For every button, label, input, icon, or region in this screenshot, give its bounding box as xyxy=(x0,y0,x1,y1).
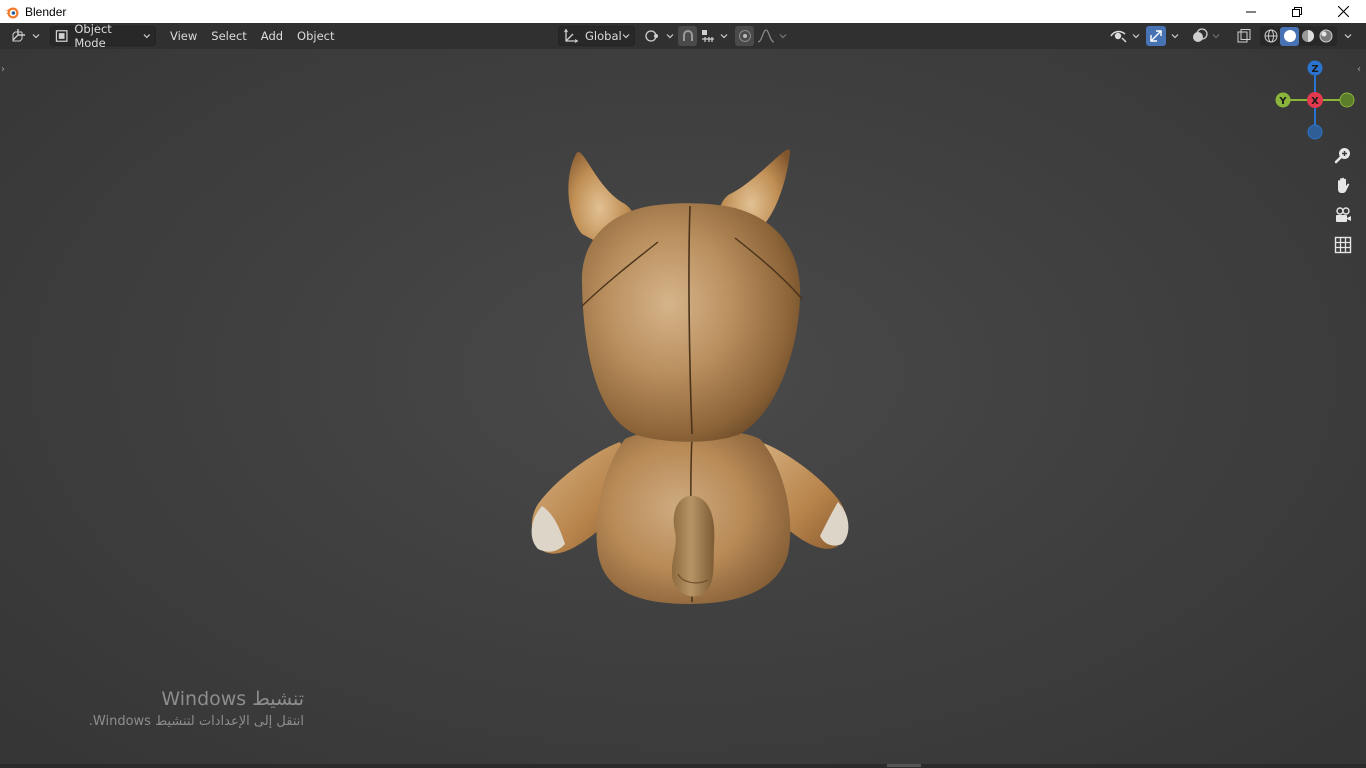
mode-dropdown[interactable]: Object Mode xyxy=(50,22,156,50)
area-resize-handle[interactable] xyxy=(887,764,921,767)
falloff-curve-icon xyxy=(757,29,775,43)
activation-watermark-title: تنشيط Windows xyxy=(161,688,304,710)
minimize-button[interactable] xyxy=(1228,0,1274,23)
editor-type-button[interactable] xyxy=(10,26,40,46)
proportional-falloff-dropdown[interactable] xyxy=(757,26,787,46)
snap-increment-icon xyxy=(702,30,714,42)
chevron-down-icon xyxy=(143,34,151,39)
gizmo-z-negative[interactable] xyxy=(1307,124,1323,140)
orientation-axes-icon xyxy=(564,28,579,43)
menu-object[interactable]: Object xyxy=(290,26,341,46)
status-bar-edge xyxy=(0,764,1366,768)
transform-orientation-dropdown[interactable]: Global xyxy=(558,26,635,46)
zoom-magnifier-icon xyxy=(1334,148,1350,164)
gizmo-x-label: X xyxy=(1311,96,1319,107)
navigation-gizmo[interactable]: Z Y X xyxy=(1270,57,1362,147)
toolbar-expand-icon[interactable]: › xyxy=(1,64,5,75)
viewport-3d-icon xyxy=(12,29,25,42)
solid-shading-icon xyxy=(1283,30,1296,42)
shading-mode-group xyxy=(1260,26,1337,46)
chevron-down-icon xyxy=(666,34,674,39)
solid-shading-button[interactable] xyxy=(1280,26,1299,46)
magnet-icon xyxy=(682,30,693,41)
grid-icon xyxy=(1334,236,1352,254)
chevron-down-icon xyxy=(622,34,630,39)
proportional-editing-toggle[interactable] xyxy=(735,26,754,46)
rendered-shading-icon[interactable] xyxy=(1318,28,1334,44)
orientation-label: Global xyxy=(585,29,622,43)
chevron-down-icon xyxy=(1212,34,1220,39)
chevron-down-icon xyxy=(779,34,787,39)
shading-options-dropdown[interactable] xyxy=(1340,26,1352,46)
chevron-down-icon xyxy=(1132,34,1140,39)
proportional-editing-icon xyxy=(738,30,751,42)
blender-logo-icon xyxy=(5,7,19,18)
chevron-down-icon xyxy=(1344,34,1352,39)
camera-view-button[interactable] xyxy=(1329,201,1357,229)
gizmo-arrows-icon xyxy=(1150,30,1162,42)
window-title: Blender xyxy=(25,4,67,19)
viewport-header: Object Mode View Select Add Object Globa… xyxy=(0,22,1366,50)
mode-label: Object Mode xyxy=(74,22,112,50)
window-titlebar: Blender xyxy=(0,0,1366,23)
close-button[interactable] xyxy=(1320,0,1366,23)
menu-select[interactable]: Select xyxy=(204,26,253,46)
menu-add[interactable]: Add xyxy=(254,26,290,46)
chevron-down-icon xyxy=(32,34,40,39)
eye-icon xyxy=(1110,30,1127,43)
xray-icon xyxy=(1237,29,1251,43)
close-icon xyxy=(1337,6,1349,17)
wireframe-shading-icon[interactable] xyxy=(1263,28,1279,44)
pan-tool-button[interactable] xyxy=(1329,171,1357,199)
menu-view[interactable]: View xyxy=(163,26,204,46)
gizmo-y-label: Y xyxy=(1278,96,1287,107)
camera-icon xyxy=(1336,207,1351,222)
snap-target-dropdown[interactable] xyxy=(700,26,728,46)
gizmo-toggle[interactable] xyxy=(1146,26,1166,46)
snap-toggle[interactable] xyxy=(678,26,697,46)
perspective-toggle-button[interactable] xyxy=(1329,231,1357,259)
xray-toggle[interactable] xyxy=(1236,26,1252,46)
activation-watermark-subtitle: انتقل إلى الإعدادات لتنشيط Windows. xyxy=(88,714,304,729)
pivot-point-icon xyxy=(645,30,658,42)
chevron-down-icon xyxy=(720,34,728,39)
material-preview-icon[interactable] xyxy=(1300,28,1316,44)
visibility-dropdown[interactable] xyxy=(1110,26,1140,46)
zoom-tool-button[interactable] xyxy=(1329,141,1357,169)
minimize-icon xyxy=(1246,11,1256,12)
pivot-point-dropdown[interactable] xyxy=(644,26,674,46)
object-mode-icon xyxy=(55,30,68,42)
viewport-3d[interactable]: › ‹ Z Y X xyxy=(0,49,1366,768)
overlays-icon xyxy=(1193,28,1208,42)
restore-icon xyxy=(1292,6,1302,17)
overlays-toggle[interactable] xyxy=(1192,26,1220,46)
gizmo-z-label: Z xyxy=(1311,64,1318,75)
hand-icon xyxy=(1338,177,1350,193)
restore-button[interactable] xyxy=(1274,0,1320,23)
gizmo-dropdown[interactable] xyxy=(1167,26,1179,46)
gizmo-y-negative[interactable] xyxy=(1339,92,1355,108)
chevron-down-icon xyxy=(1171,34,1179,39)
textured-cat-model[interactable] xyxy=(520,134,860,604)
